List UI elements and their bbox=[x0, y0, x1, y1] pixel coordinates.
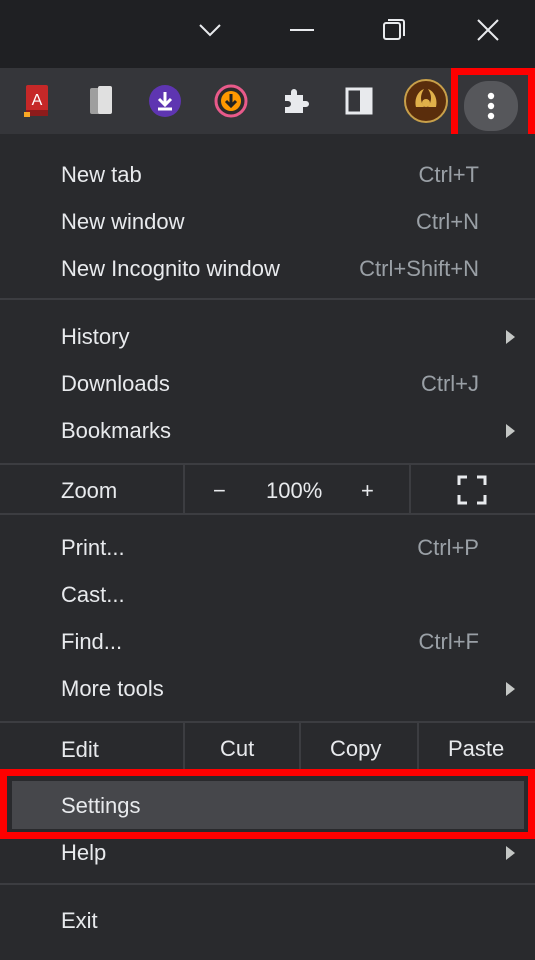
menu-item-downloads[interactable]: Downloads Ctrl+J bbox=[0, 360, 535, 407]
paste-button[interactable]: Paste bbox=[448, 736, 504, 762]
menu-item-find[interactable]: Find... Ctrl+F bbox=[0, 618, 535, 665]
menu-divider bbox=[0, 298, 535, 300]
new-incognito-shortcut: Ctrl+Shift+N bbox=[359, 255, 479, 281]
menu-divider bbox=[0, 513, 535, 515]
zoom-level: 100% bbox=[266, 478, 323, 503]
find-shortcut: Ctrl+F bbox=[418, 628, 480, 654]
edit-label: Edit bbox=[61, 737, 99, 762]
copy-button[interactable]: Copy bbox=[330, 736, 381, 762]
submenu-arrow-icon bbox=[506, 681, 515, 696]
new-tab-label: New tab bbox=[61, 161, 142, 187]
print-label: Print... bbox=[61, 534, 125, 560]
downloader-icon[interactable] bbox=[212, 82, 250, 120]
menu-item-exit[interactable]: Exit bbox=[0, 897, 535, 944]
menu-divider bbox=[0, 463, 535, 465]
menu-item-new-window[interactable]: New window Ctrl+N bbox=[0, 198, 535, 245]
menu-item-history[interactable]: History bbox=[0, 313, 535, 360]
settings-label: Settings bbox=[61, 792, 141, 818]
download-icon[interactable] bbox=[146, 82, 184, 120]
restore-icon[interactable] bbox=[374, 12, 414, 48]
svg-text:A: A bbox=[32, 92, 43, 109]
cut-button[interactable]: Cut bbox=[220, 736, 254, 762]
edit-divider bbox=[299, 723, 301, 771]
more-tools-label: More tools bbox=[61, 675, 164, 701]
find-label: Find... bbox=[61, 628, 123, 654]
chevron-down-icon[interactable] bbox=[190, 12, 230, 48]
menu-item-more-tools[interactable]: More tools bbox=[0, 665, 535, 712]
exit-label: Exit bbox=[61, 907, 98, 933]
menu-item-settings[interactable]: Settings bbox=[0, 782, 535, 829]
zoom-out-button[interactable]: − bbox=[213, 478, 226, 504]
submenu-arrow-icon bbox=[506, 845, 515, 860]
menu-divider bbox=[0, 883, 535, 885]
title-bar bbox=[0, 0, 535, 68]
new-incognito-label: New Incognito window bbox=[61, 255, 280, 281]
three-dot-menu-button[interactable] bbox=[464, 81, 518, 131]
history-label: History bbox=[61, 323, 130, 349]
menu-item-bookmarks[interactable]: Bookmarks bbox=[0, 407, 535, 454]
edit-divider bbox=[417, 723, 419, 771]
downloads-label: Downloads bbox=[61, 370, 170, 396]
three-dot-menu-icon bbox=[487, 92, 495, 120]
menu-item-new-incognito[interactable]: New Incognito window Ctrl+Shift+N bbox=[0, 245, 535, 292]
side-panel-icon[interactable] bbox=[340, 82, 378, 120]
puzzle-icon[interactable] bbox=[276, 82, 314, 120]
help-label: Help bbox=[61, 839, 107, 865]
zoom-label: Zoom bbox=[61, 478, 118, 503]
menu-divider bbox=[0, 771, 535, 773]
fullscreen-icon[interactable] bbox=[456, 474, 488, 506]
zoom-in-button[interactable]: + bbox=[361, 478, 374, 504]
zoom-divider bbox=[183, 465, 185, 513]
submenu-arrow-icon bbox=[506, 329, 515, 344]
menu-item-cast[interactable]: Cast... bbox=[0, 571, 535, 618]
edit-divider bbox=[183, 723, 185, 771]
bookmarks-label: Bookmarks bbox=[61, 417, 172, 443]
menu-item-new-tab[interactable]: New tab Ctrl+T bbox=[0, 151, 535, 198]
downloads-shortcut: Ctrl+J bbox=[420, 370, 479, 396]
submenu-arrow-icon bbox=[506, 423, 515, 438]
menu-item-print[interactable]: Print... Ctrl+P bbox=[0, 524, 535, 571]
cast-label: Cast... bbox=[61, 581, 125, 607]
minimize-icon[interactable] bbox=[282, 12, 322, 48]
pages-icon[interactable] bbox=[82, 82, 120, 120]
close-icon[interactable] bbox=[468, 12, 508, 48]
profile-icon[interactable] bbox=[404, 79, 448, 123]
new-window-shortcut: Ctrl+N bbox=[416, 208, 479, 234]
menu-divider bbox=[0, 721, 535, 723]
print-shortcut: Ctrl+P bbox=[417, 534, 479, 560]
zoom-divider bbox=[409, 465, 411, 513]
browser-toolbar: A bbox=[0, 68, 535, 134]
pdf-reader-icon[interactable]: A bbox=[18, 82, 56, 120]
menu-item-help[interactable]: Help bbox=[0, 829, 535, 876]
new-tab-shortcut: Ctrl+T bbox=[418, 161, 480, 187]
new-window-label: New window bbox=[61, 208, 185, 234]
